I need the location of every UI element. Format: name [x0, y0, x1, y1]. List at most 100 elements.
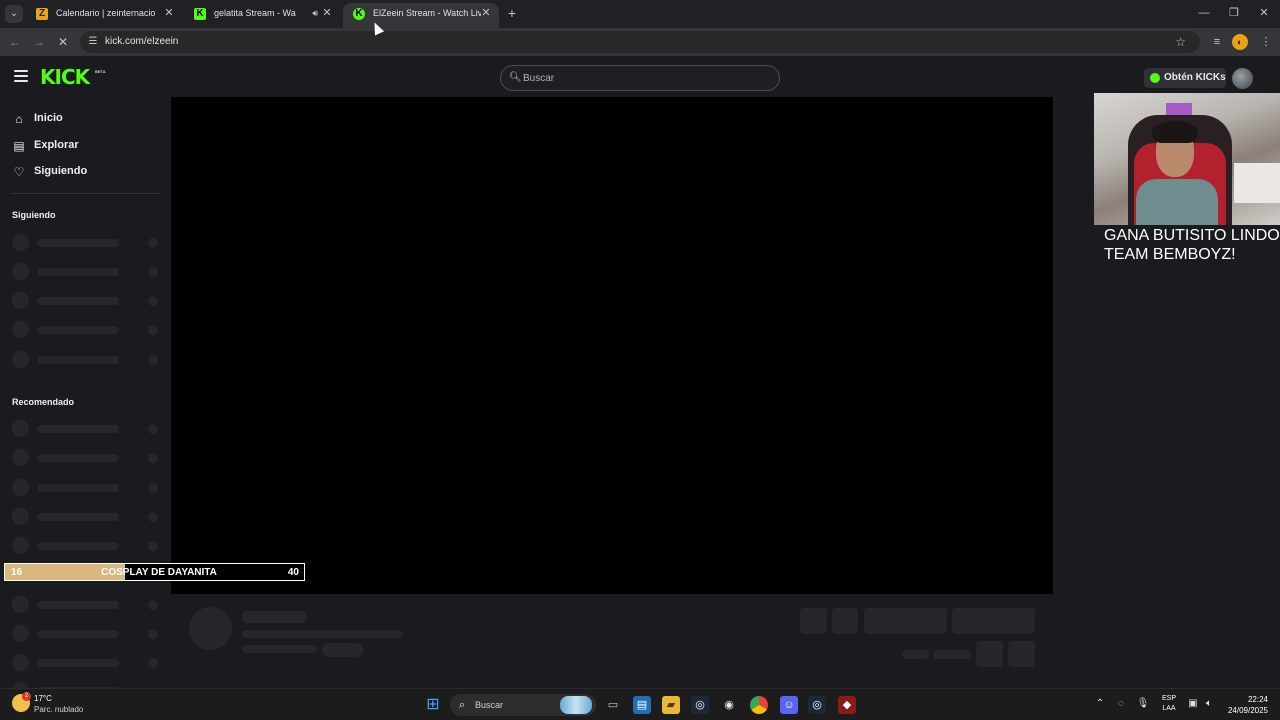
- get-kicks-label: Obtén KICKs: [1164, 72, 1226, 83]
- task-view-icon[interactable]: ▭: [604, 696, 622, 714]
- close-tab-icon[interactable]: ✕: [320, 6, 334, 20]
- kick-logo[interactable]: KICK: [40, 65, 90, 89]
- weather-temperature[interactable]: 17°C: [34, 694, 52, 703]
- following-heading: Siguiendo: [12, 210, 56, 220]
- video-player[interactable]: [171, 97, 1053, 594]
- skeleton-channel: [12, 321, 162, 338]
- search-placeholder: Buscar: [523, 73, 555, 84]
- user-avatar[interactable]: [1232, 68, 1253, 89]
- beta-badge: BETA: [95, 69, 106, 74]
- skeleton-channel: [12, 625, 162, 642]
- browser-toolbar: ← → ✕ ☰ kick.com/elzeein ☆ ≡ ◐ ⋮: [0, 28, 1280, 56]
- kick-favicon-icon: K: [194, 8, 206, 20]
- site-info-icon[interactable]: ☰: [86, 35, 100, 49]
- skeleton-uptime: [933, 650, 971, 659]
- tray-app-icon[interactable]: ◌: [1114, 697, 1128, 711]
- steam-icon[interactable]: ◎: [691, 696, 709, 714]
- recommended-heading: Recomendado: [12, 397, 75, 407]
- sidebar-item-label: Siguiendo: [34, 165, 88, 177]
- forward-icon[interactable]: →: [30, 33, 48, 51]
- goal-name: COSPLAY DE DAYANITA: [101, 567, 217, 578]
- search-icon: ⌕: [459, 699, 466, 711]
- browser-tab-strip: ⌄ Z Calendario | zeinternacional ✕ K gel…: [0, 0, 1280, 28]
- kick-page: KICK BETA 🔍︎ Buscar Obtén KICKs ⌂ Inicio…: [0, 56, 1280, 688]
- tab-title: Calendario | zeinternacional: [56, 8, 156, 18]
- window-close-icon[interactable]: ✕: [1254, 4, 1274, 22]
- media-control-icon[interactable]: ≡: [1208, 33, 1226, 51]
- search-input[interactable]: 🔍︎ Buscar: [500, 65, 780, 91]
- search-icon: 🔍︎: [509, 72, 522, 83]
- skeleton-share-button: [976, 641, 1003, 667]
- get-kicks-button[interactable]: Obtén KICKs: [1144, 68, 1226, 88]
- skeleton-follow-button: [864, 608, 947, 634]
- skeleton-channel: [12, 292, 162, 309]
- skeleton-channel: [12, 596, 162, 613]
- skeleton-channel: [12, 537, 162, 554]
- volume-icon[interactable]: 🔈︎: [1202, 697, 1216, 711]
- home-icon: ⌂: [15, 112, 23, 126]
- skeleton-streamer-name: [242, 611, 307, 623]
- back-icon[interactable]: ←: [6, 33, 24, 51]
- stream-overlay-text: GANA BUTISITO LINDO TEAM BEMBOYZ!: [1104, 226, 1280, 264]
- discord-icon[interactable]: ☺: [780, 696, 798, 714]
- profile-icon[interactable]: ◐: [1232, 34, 1248, 50]
- minimize-icon[interactable]: —: [1194, 4, 1214, 22]
- bookmark-star-icon[interactable]: ☆: [1175, 34, 1186, 50]
- taskbar-search[interactable]: ⌕ Buscar: [450, 694, 596, 716]
- file-explorer-icon[interactable]: ▰: [662, 696, 680, 714]
- close-tab-icon[interactable]: ✕: [479, 6, 493, 20]
- goal-target: 40: [287, 567, 299, 578]
- skeleton-tag: [322, 643, 363, 657]
- sidebar-item-label: Inicio: [34, 112, 63, 124]
- explore-icon: ▤: [13, 139, 25, 153]
- kick-favicon-icon: K: [353, 8, 365, 20]
- close-tab-icon[interactable]: ✕: [162, 6, 176, 20]
- skeleton-subscribe-button: [952, 608, 1035, 634]
- address-url: kick.com/elzeein: [105, 36, 179, 47]
- tray-overflow-icon[interactable]: ⌃: [1094, 697, 1106, 711]
- sidebar-item-label: Explorar: [34, 139, 79, 151]
- notes-app-icon[interactable]: ▤: [633, 696, 651, 714]
- skeleton-channel: [12, 449, 162, 466]
- skeleton-channel: [12, 351, 162, 368]
- speaker-icon[interactable]: 🔊︎: [312, 6, 318, 20]
- kicks-coin-icon: [1150, 73, 1160, 83]
- tab-calendario[interactable]: Z Calendario | zeinternacional ✕: [26, 3, 182, 28]
- clock-time: 22:24: [1247, 695, 1268, 704]
- skeleton-channel: [12, 420, 162, 437]
- clock-date: 24/09/2025: [1227, 706, 1268, 715]
- weather-description[interactable]: Parc. nublado: [34, 705, 83, 714]
- skeleton-streamer-avatar: [189, 607, 232, 650]
- tab-gelatita[interactable]: K gelatita Stream - Watch Live on Kick 🔊…: [184, 3, 340, 28]
- address-bar[interactable]: ☰ kick.com/elzeein ☆: [80, 31, 1200, 53]
- stop-loading-icon[interactable]: ✕: [54, 33, 72, 51]
- skeleton-action-button: [832, 608, 858, 634]
- tab-search-icon[interactable]: ⌄: [5, 5, 23, 23]
- overlay-line-1: GANA BUTISITO LINDO: [1104, 227, 1280, 244]
- hamburger-menu-icon[interactable]: [14, 70, 28, 82]
- obs-icon[interactable]: ◉: [720, 696, 738, 714]
- kick-header: KICK BETA 🔍︎ Buscar Obtén KICKs: [0, 56, 1280, 98]
- weather-alert-badge: 2: [22, 692, 31, 701]
- new-tab-icon[interactable]: +: [505, 5, 519, 21]
- input-language[interactable]: ESP LAA: [1160, 694, 1178, 714]
- windows-start-icon[interactable]: ⊞: [424, 696, 442, 714]
- tab-elzeein[interactable]: K ElZeein Stream - Watch Live on Kick ✕: [343, 3, 499, 28]
- menu-dots-icon[interactable]: ⋮: [1257, 33, 1275, 51]
- restore-icon[interactable]: ❐: [1224, 4, 1244, 22]
- zein-favicon-icon: Z: [36, 8, 48, 20]
- chrome-icon[interactable]: [750, 696, 768, 714]
- search-highlight-image: [560, 696, 592, 714]
- skeleton-action-button: [800, 608, 827, 634]
- language-layout: LAA: [1162, 705, 1176, 712]
- steam-client-icon[interactable]: ◎: [808, 696, 826, 714]
- game-app-icon[interactable]: ◆: [838, 696, 856, 714]
- microphone-icon[interactable]: 🎙︎: [1136, 697, 1150, 711]
- sidebar-divider: [10, 193, 161, 194]
- skeleton-channel: [12, 508, 162, 525]
- skeleton-viewers: [902, 650, 929, 659]
- taskbar-clock[interactable]: 22:24 24/09/2025: [1222, 694, 1268, 716]
- overlay-line-2: TEAM BEMBOYZ!: [1104, 246, 1236, 263]
- network-icon[interactable]: ▣: [1186, 697, 1200, 711]
- webcam-overlay: [1094, 93, 1280, 225]
